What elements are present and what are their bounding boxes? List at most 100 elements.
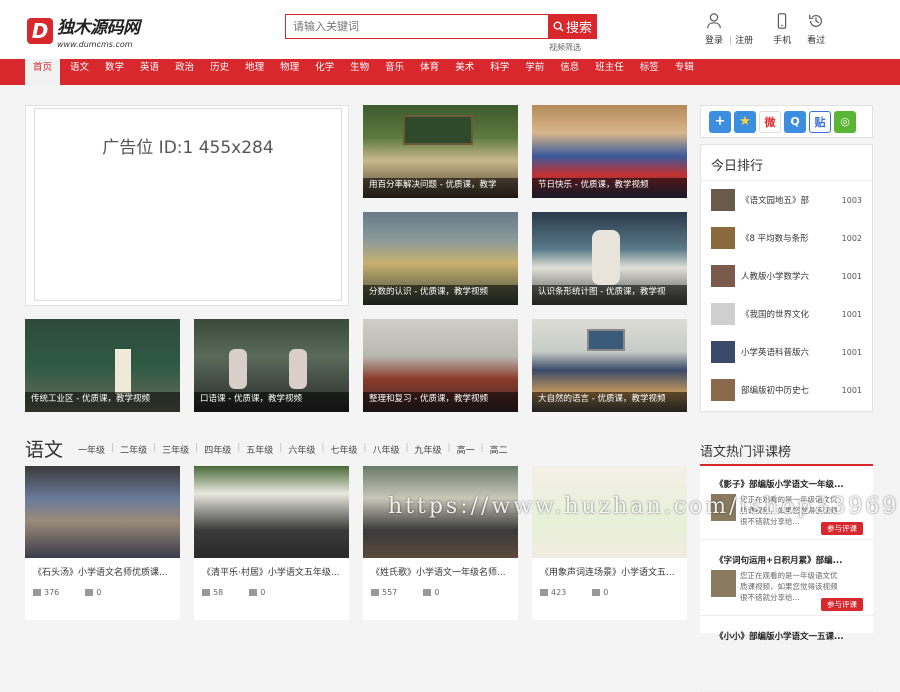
tieba-icon[interactable]: 贴 bbox=[809, 110, 831, 133]
play-count: 376 bbox=[44, 588, 60, 597]
nav-item[interactable]: 语文 bbox=[62, 59, 97, 85]
featured-caption: 大自然的语言 - 优质课，教学视频 bbox=[532, 392, 687, 412]
search-input[interactable] bbox=[285, 14, 548, 39]
featured-video[interactable]: 大自然的语言 - 优质课，教学视频 bbox=[532, 319, 687, 412]
ranking-item[interactable]: 小学英语科普版六 1001 bbox=[701, 333, 872, 371]
video-card[interactable]: 《姓氏歌》小学语文一年级名师... 557 0 bbox=[363, 466, 518, 620]
ranking-count: 1001 bbox=[841, 347, 862, 357]
video-card[interactable]: 《清平乐·村居》小学语文五年级... 58 0 bbox=[194, 466, 349, 620]
grade-link[interactable]: 七年级 bbox=[330, 443, 357, 456]
ranking-count: 1003 bbox=[841, 195, 862, 205]
ranking-item[interactable]: 《语文园地五》部 1003 bbox=[701, 181, 872, 219]
nav-item[interactable]: 美术 bbox=[447, 59, 482, 85]
star-share-icon[interactable]: ★ bbox=[734, 110, 756, 133]
grade-link[interactable]: 四年级 bbox=[204, 443, 231, 456]
video-meta: 557 0 bbox=[371, 588, 439, 597]
play-count: 557 bbox=[382, 588, 398, 597]
nav-item[interactable]: 政治 bbox=[167, 59, 202, 85]
grade-separator: | bbox=[321, 443, 325, 453]
nav-item[interactable]: 化学 bbox=[307, 59, 342, 85]
comment-icon bbox=[85, 589, 94, 596]
featured-video[interactable]: 分数的认识 - 优质课，教学视频 bbox=[363, 212, 518, 305]
featured-video[interactable]: 传统工业区 - 优质课，教学视频 bbox=[25, 319, 180, 412]
ranking-thumbnail bbox=[711, 265, 735, 287]
play-count: 58 bbox=[213, 588, 224, 597]
grade-separator: | bbox=[279, 443, 283, 453]
nav-item[interactable]: 数学 bbox=[97, 59, 132, 85]
video-thumbnail[interactable] bbox=[363, 466, 518, 558]
hot-review-item[interactable]: 《小小》部编版小学语文一五课... bbox=[700, 618, 873, 692]
comment-icon bbox=[592, 589, 601, 596]
nav-item[interactable]: 标签 bbox=[632, 59, 667, 85]
join-review-button[interactable]: 参与评课 bbox=[821, 522, 863, 535]
video-thumbnail[interactable] bbox=[194, 466, 349, 558]
nav-item[interactable]: 历史 bbox=[202, 59, 237, 85]
login-link[interactable]: 登录 bbox=[705, 12, 723, 46]
nav-item[interactable]: 首页 bbox=[25, 59, 61, 85]
grade-link[interactable]: 八年级 bbox=[372, 443, 399, 456]
grade-link[interactable]: 六年级 bbox=[288, 443, 315, 456]
search-bar: 搜索 bbox=[285, 14, 597, 39]
grade-link[interactable]: 一年级 bbox=[78, 443, 105, 456]
featured-caption: 认识条形统计图 - 优质课，教学视 bbox=[532, 285, 687, 305]
search-button[interactable]: 搜索 bbox=[548, 14, 597, 39]
featured-video[interactable]: 认识条形统计图 - 优质课，教学视 bbox=[532, 212, 687, 305]
video-filter-link[interactable]: 视频筛选 bbox=[549, 42, 581, 53]
nav-item[interactable]: 体育 bbox=[412, 59, 447, 85]
nav-item[interactable]: 生物 bbox=[342, 59, 377, 85]
video-title[interactable]: 《姓氏歌》小学语文一年级名师... bbox=[371, 565, 513, 578]
video-card[interactable]: 《石头汤》小学语文名师优质课... 376 0 bbox=[25, 466, 180, 620]
grade-link[interactable]: 三年级 bbox=[162, 443, 189, 456]
site-logo[interactable]: D 独木源码网 www.dumcms.com bbox=[27, 13, 140, 49]
ranking-item[interactable]: 人教版小学数学六 1001 bbox=[701, 257, 872, 295]
nav-item[interactable]: 英语 bbox=[132, 59, 167, 85]
register-label-wrap[interactable]: 注册 bbox=[735, 12, 753, 46]
weibo-icon[interactable]: 微 bbox=[759, 110, 781, 133]
hot-review-item[interactable]: 《字词句运用+日积月累》部编... 您正在观看的是一年级语文优质课视频，如果您觉… bbox=[700, 542, 873, 616]
nav-item[interactable]: 音乐 bbox=[377, 59, 412, 85]
nav-item[interactable]: 物理 bbox=[272, 59, 307, 85]
ranking-item[interactable]: 《我国的世界文化 1001 bbox=[701, 295, 872, 333]
grade-separator: | bbox=[480, 443, 484, 453]
video-title[interactable]: 《石头汤》小学语文名师优质课... bbox=[33, 565, 175, 578]
play-count: 423 bbox=[551, 588, 567, 597]
nav-item[interactable]: 学前 bbox=[517, 59, 552, 85]
video-thumbnail[interactable] bbox=[25, 466, 180, 558]
plus-share-icon[interactable]: + bbox=[709, 110, 731, 133]
nav-item[interactable]: 信息 bbox=[552, 59, 587, 85]
history-link[interactable]: 看过 bbox=[807, 12, 825, 46]
ranking-item[interactable]: 部编版初中历史七 1001 bbox=[701, 371, 872, 409]
featured-video[interactable]: 整理和复习 - 优质课，教学视频 bbox=[363, 319, 518, 412]
phone-icon bbox=[777, 13, 787, 29]
grade-link[interactable]: 二年级 bbox=[120, 443, 147, 456]
mobile-link[interactable]: 手机 bbox=[773, 12, 791, 46]
video-title[interactable]: 《清平乐·村居》小学语文五年级... bbox=[202, 565, 344, 578]
nav-item[interactable]: 地理 bbox=[237, 59, 272, 85]
grade-link[interactable]: 高二 bbox=[490, 443, 508, 456]
featured-video[interactable]: 用百分率解决问题 - 优质课，教学 bbox=[363, 105, 518, 198]
hot-review-item[interactable]: 《影子》部编版小学语文一年级... 您正在观看的是一年级语文优质课视频，如果您觉… bbox=[700, 466, 873, 540]
nav-item[interactable]: 班主任 bbox=[587, 59, 632, 85]
ranking-item[interactable]: 《8 平均数与条形 1002 bbox=[701, 219, 872, 257]
grade-link[interactable]: 高一 bbox=[457, 443, 475, 456]
featured-video[interactable]: 节日快乐 - 优质课，教学视频 bbox=[532, 105, 687, 198]
video-thumbnail[interactable] bbox=[532, 466, 687, 558]
nav-item[interactable]: 科学 bbox=[482, 59, 517, 85]
featured-video[interactable]: 口语课 - 优质课，教学视频 bbox=[194, 319, 349, 412]
video-title[interactable]: 《用象声词连场景》小学语文五... bbox=[540, 565, 682, 578]
nav-item[interactable]: 专辑 bbox=[667, 59, 702, 85]
grade-link[interactable]: 九年级 bbox=[415, 443, 442, 456]
register-label: 注册 bbox=[735, 36, 754, 46]
grade-link[interactable]: 五年级 bbox=[246, 443, 273, 456]
ranking-name: 《8 平均数与条形 bbox=[741, 234, 809, 244]
hot-item-title[interactable]: 《小小》部编版小学语文一五课... bbox=[715, 630, 865, 642]
hot-item-title[interactable]: 《影子》部编版小学语文一年级... bbox=[715, 478, 865, 490]
hot-item-title[interactable]: 《字词句运用+日积月累》部编... bbox=[715, 554, 865, 566]
ad-slot[interactable]: 广告位 ID:1 455x284 bbox=[25, 105, 349, 306]
video-card[interactable]: 《用象声词连场景》小学语文五... 423 0 bbox=[532, 466, 687, 620]
ranking-title: 今日排行 bbox=[701, 145, 872, 181]
join-review-button[interactable]: 参与评课 bbox=[821, 598, 863, 611]
search-icon bbox=[553, 21, 564, 32]
tencent-icon[interactable]: Q bbox=[784, 110, 806, 133]
wechat-icon[interactable]: ◎ bbox=[834, 110, 856, 133]
